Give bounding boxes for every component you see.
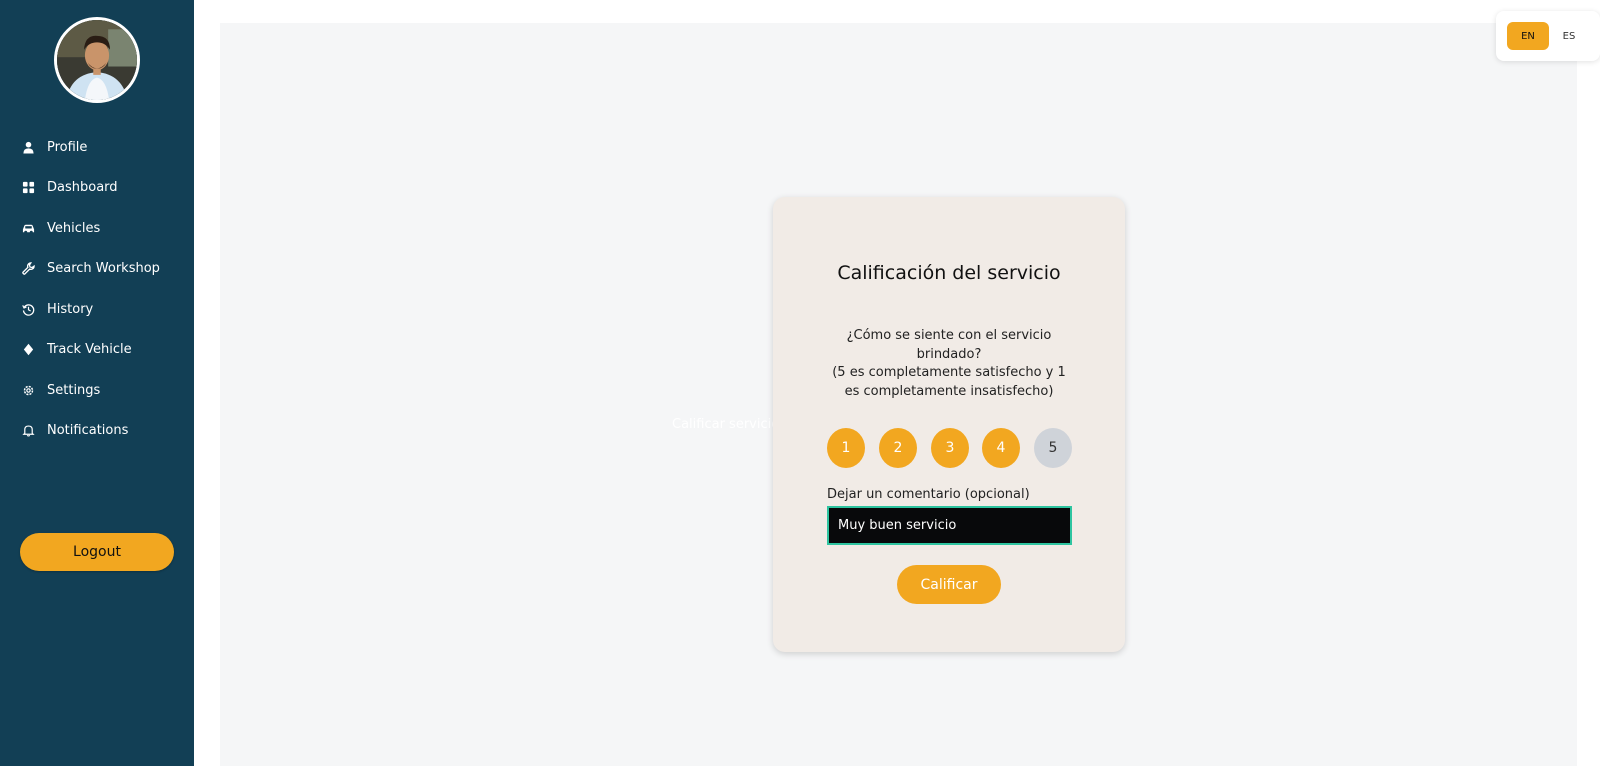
history-icon	[22, 303, 35, 316]
rating-question: ¿Cómo se siente con el servicio brindado…	[846, 328, 1052, 362]
location-icon	[22, 343, 35, 356]
sidebar-item-label: Profile	[47, 139, 88, 155]
sidebar-item-vehicles[interactable]: Vehicles	[0, 208, 194, 249]
rating-button-5[interactable]: 5	[1034, 428, 1072, 468]
user-icon	[22, 141, 35, 154]
language-es-button[interactable]: ES	[1548, 22, 1590, 50]
rating-scale-note: (5 es completamente satisfecho y 1 es co…	[832, 365, 1066, 399]
sidebar-item-search-workshop[interactable]: Search Workshop	[0, 249, 194, 290]
language-en-button[interactable]: EN	[1507, 22, 1549, 50]
car-icon	[22, 222, 35, 235]
avatar[interactable]	[54, 17, 140, 103]
sidebar-nav: Profile Dashboard Vehicles Search Worksh…	[0, 127, 194, 451]
language-switcher: EN ES	[1496, 11, 1600, 61]
sidebar-item-label: Vehicles	[47, 220, 101, 236]
card-title: Calificación del servicio	[837, 262, 1061, 284]
sidebar-item-history[interactable]: History	[0, 289, 194, 330]
user-photo	[57, 20, 137, 100]
sidebar-item-notifications[interactable]: Notifications	[0, 411, 194, 452]
sidebar-item-label: Track Vehicle	[47, 342, 132, 358]
sidebar-item-label: Settings	[47, 382, 101, 398]
rating-button-2[interactable]: 2	[879, 428, 917, 468]
submit-rating-button[interactable]: Calificar	[897, 565, 1001, 604]
bell-icon	[22, 424, 35, 437]
rating-button-3[interactable]: 3	[931, 428, 969, 468]
sidebar-item-label: Notifications	[47, 423, 129, 439]
grid-icon	[22, 181, 35, 194]
rating-button-4[interactable]: 4	[982, 428, 1020, 468]
rating-options: 1 2 3 4 5	[827, 428, 1073, 468]
sidebar-item-profile[interactable]: Profile	[0, 127, 194, 168]
sidebar-item-settings[interactable]: Settings	[0, 370, 194, 411]
sidebar: Profile Dashboard Vehicles Search Worksh…	[0, 0, 194, 766]
sidebar-item-label: Search Workshop	[47, 261, 160, 277]
rating-button-1[interactable]: 1	[827, 428, 865, 468]
sidebar-item-label: Dashboard	[47, 180, 118, 196]
sidebar-item-track-vehicle[interactable]: Track Vehicle	[0, 330, 194, 371]
comment-input[interactable]	[827, 506, 1072, 545]
sidebar-item-label: History	[47, 301, 94, 317]
rate-service-heading: Calificar servicio	[672, 417, 780, 432]
gear-icon	[22, 384, 35, 397]
wrench-icon	[22, 262, 35, 276]
rating-card: Calificación del servicio ¿Cómo se sient…	[773, 197, 1125, 652]
comment-label: Dejar un comentario (opcional)	[827, 487, 1030, 502]
sidebar-item-dashboard[interactable]: Dashboard	[0, 168, 194, 209]
logout-button[interactable]: Logout	[20, 533, 174, 571]
